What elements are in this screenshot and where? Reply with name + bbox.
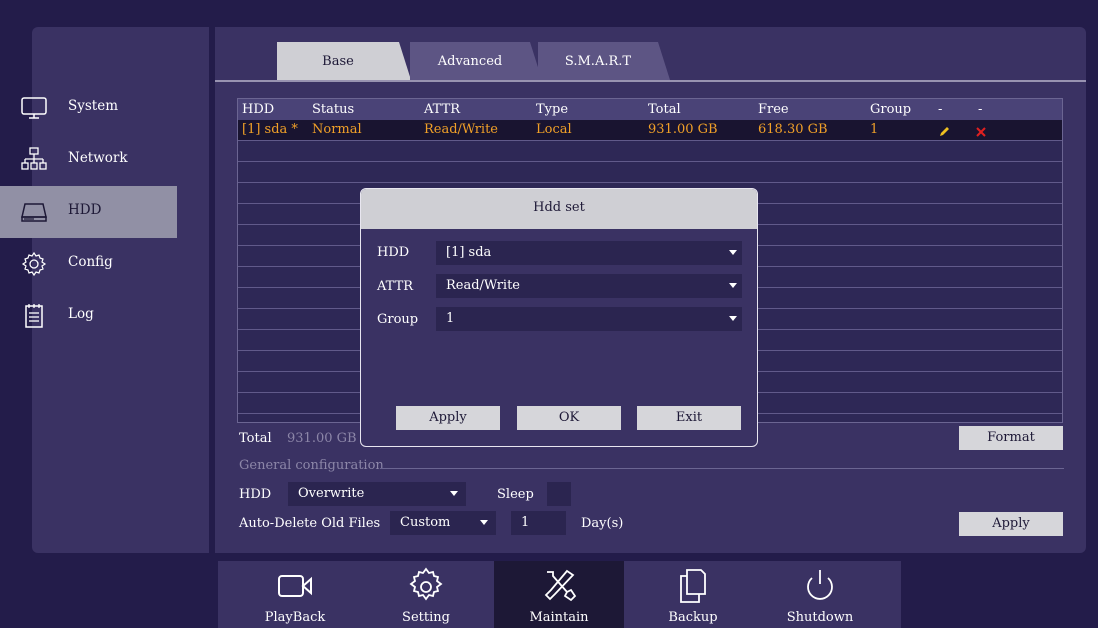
sleep-checkbox[interactable] [547, 482, 571, 506]
auto-delete-label: Auto-Delete Old Files [239, 516, 381, 531]
chevron-down-icon [729, 250, 737, 255]
select-value: [1] sda [446, 245, 492, 260]
select-value: Custom [400, 515, 451, 530]
chevron-down-icon [729, 283, 737, 288]
dialog-exit-button[interactable]: Exit [637, 406, 741, 430]
dialog-title: Hdd set [361, 189, 757, 229]
dialog-attr-label: ATTR [377, 279, 414, 294]
input-value: 1 [521, 515, 530, 530]
dialog-apply-button[interactable]: Apply [396, 406, 500, 430]
cell-attr: Read/Write [424, 122, 499, 137]
section-divider [380, 468, 1064, 469]
hdd-icon [21, 203, 47, 222]
total-value: 931.00 GB [287, 431, 357, 446]
column-header: ATTR [424, 102, 461, 117]
tab-underline [215, 80, 1086, 82]
network-icon [21, 147, 47, 170]
apply-button[interactable]: Apply [959, 512, 1063, 536]
cell-free: 618.30 GB [758, 122, 828, 137]
nav-backup[interactable]: Backup [628, 561, 758, 628]
general-config-label: General configuration [239, 458, 384, 473]
log-icon [25, 304, 43, 328]
tab-label: S.M.A.R.T [564, 53, 632, 69]
tab-label: Base [322, 53, 354, 69]
dialog-hdd-label: HDD [377, 245, 410, 260]
nav-playback[interactable]: PlayBack [230, 561, 360, 628]
total-label: Total [239, 431, 272, 446]
nav-maintain[interactable]: Maintain [494, 561, 624, 628]
format-button[interactable]: Format [959, 426, 1063, 450]
column-header: Group [870, 102, 912, 117]
sidebar-item-label: HDD [68, 202, 102, 218]
select-value: Overwrite [298, 486, 365, 501]
power-icon [807, 570, 833, 600]
cell-total: 931.00 GB [648, 122, 718, 137]
sleep-label: Sleep [497, 487, 534, 502]
tab-advanced[interactable]: Advanced [410, 42, 542, 80]
days-input[interactable]: 1 [511, 511, 566, 535]
gear-icon [21, 251, 47, 277]
hdd-set-dialog: Hdd set HDD [1] sda ATTR Read/Write Grou… [360, 188, 758, 447]
nav-label: Setting [402, 610, 450, 625]
auto-delete-select[interactable]: Custom [390, 511, 496, 535]
tools-icon [544, 569, 577, 602]
sidebar-item-label: Log [68, 306, 94, 322]
dialog-ok-button[interactable]: OK [517, 406, 621, 430]
chevron-down-icon [450, 491, 458, 496]
monitor-icon [21, 97, 47, 119]
select-value: 1 [446, 311, 455, 326]
nav-label: Backup [668, 610, 718, 625]
tab-base[interactable]: Base [277, 42, 411, 80]
nav-label: Maintain [529, 610, 589, 625]
gear-icon [409, 567, 443, 601]
dialog-group-select[interactable]: 1 [436, 307, 742, 331]
dialog-group-label: Group [377, 312, 419, 327]
hdd-mode-select[interactable]: Overwrite [288, 482, 466, 506]
sidebar-item-label: Config [68, 254, 113, 270]
dialog-attr-select[interactable]: Read/Write [436, 274, 742, 298]
column-header: Type [536, 102, 569, 117]
column-header: - [938, 102, 943, 117]
column-header: HDD [242, 102, 275, 117]
sidebar-item-label: System [68, 98, 119, 114]
column-header: Free [758, 102, 789, 117]
chevron-down-icon [480, 520, 488, 525]
nav-setting[interactable]: Setting [361, 561, 491, 628]
nav-label: PlayBack [264, 610, 326, 625]
dialog-hdd-select[interactable]: [1] sda [436, 241, 742, 265]
cell-status: Normal [312, 122, 362, 137]
tab-smart[interactable]: S.M.A.R.T [538, 42, 670, 80]
column-header: Status [312, 102, 355, 117]
pencil-icon[interactable] [938, 126, 950, 138]
days-unit: Day(s) [581, 516, 624, 531]
cell-hdd: [1] sda * [242, 122, 298, 137]
hdd-mode-label: HDD [239, 487, 272, 502]
sidebar-item-log[interactable]: Log [0, 290, 177, 342]
sidebar-item-network[interactable]: Network [0, 134, 177, 186]
close-icon[interactable] [975, 126, 987, 138]
sidebar-item-system[interactable]: System [0, 82, 177, 134]
chevron-down-icon [729, 316, 737, 321]
nav-label: Shutdown [786, 610, 854, 625]
cell-type: Local [536, 122, 572, 137]
copy-icon [680, 569, 706, 603]
column-header: - [978, 102, 983, 117]
select-value: Read/Write [446, 278, 521, 293]
column-header: Total [648, 102, 681, 117]
camera-icon [278, 575, 312, 597]
sidebar-item-label: Network [68, 150, 128, 166]
cell-group: 1 [870, 122, 879, 137]
tab-label: Advanced [437, 53, 503, 69]
table-header: HDD Status ATTR Type Total Free Group - … [238, 99, 1062, 120]
sidebar-item-hdd[interactable]: HDD [0, 186, 177, 238]
nav-shutdown[interactable]: Shutdown [755, 561, 885, 628]
sidebar-item-config[interactable]: Config [0, 238, 177, 290]
